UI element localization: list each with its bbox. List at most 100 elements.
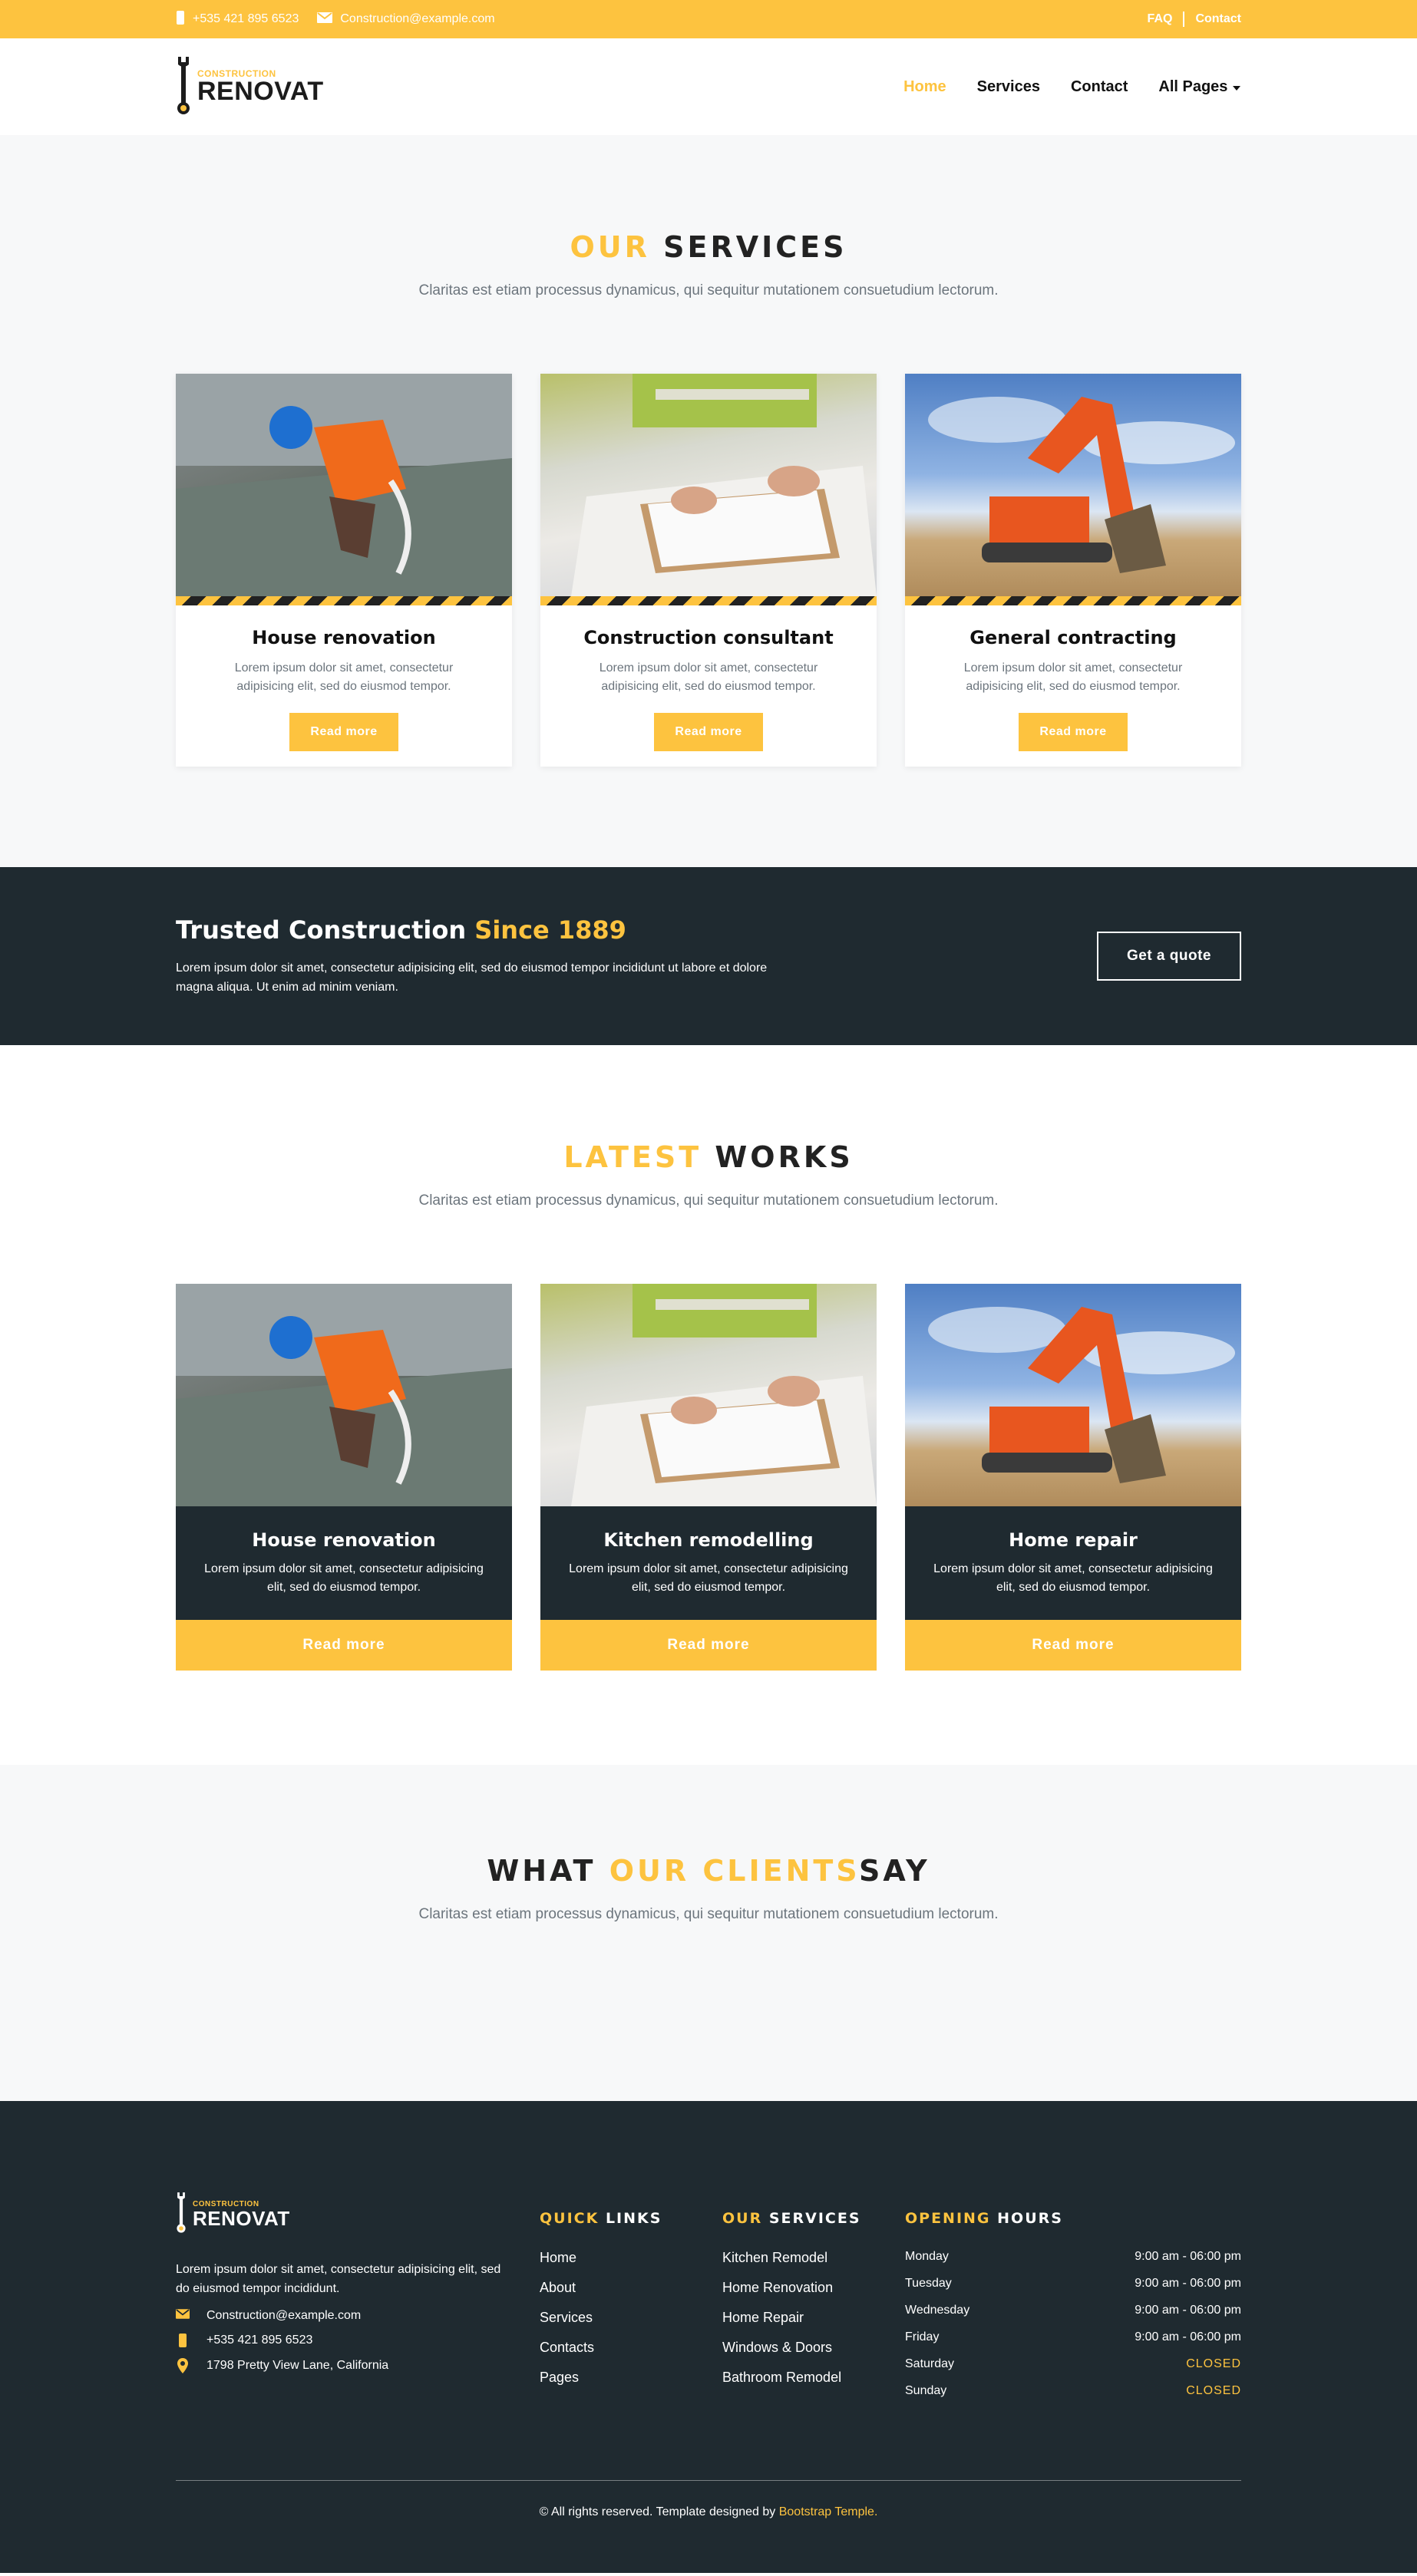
work-card-text: Lorem ipsum dolor sit amet, consectetur … [569,1562,848,1594]
logo-big-text: RENOVAT [197,77,324,106]
services-title-rest: SERVICES [663,230,847,264]
faq-link[interactable]: FAQ [1148,12,1173,26]
clients-title-accent: OUR CLIENTS [609,1854,859,1888]
services-title: OUR SERVICES [176,230,1241,264]
work-card-title: Home repair [1009,1529,1138,1551]
hours-row: Saturday CLOSED [905,2357,1241,2371]
hours-time: 9:00 am - 06:00 pm [1135,2304,1241,2317]
footer-service-repair[interactable]: Home Repair [722,2310,905,2326]
service-card-title: Construction consultant [583,627,834,648]
clients-section: WHAT OUR CLIENTSSAY Claritas est etiam p… [0,1765,1417,2101]
hours-time: 9:00 am - 06:00 pm [1135,2277,1241,2290]
service-card-text: Lorem ipsum dolor sit amet, consectetur … [234,661,454,693]
service-card-text: Lorem ipsum dolor sit amet, consectetur … [599,661,818,693]
nav-all-pages[interactable]: All Pages [1158,78,1241,96]
footer-link-about[interactable]: About [540,2280,722,2296]
work-read-more-button[interactable]: Read more [905,1620,1241,1671]
envelope-icon [317,12,333,27]
footer-email[interactable]: Construction@example.com [176,2309,540,2323]
hours-closed: CLOSED [1186,2384,1241,2397]
hazard-stripe [905,596,1241,605]
footer-link-contacts[interactable]: Contacts [540,2340,722,2356]
service-card: General contracting Lorem ipsum dolor si… [905,374,1241,767]
work-card: Kitchen remodelling Lorem ipsum dolor si… [540,1284,877,1671]
work-image-consultant [540,1284,877,1506]
main-nav: Home Services Contact All Pages [903,78,1241,96]
work-read-more-button[interactable]: Read more [176,1620,512,1671]
navbar: CONSTRUCTION RENOVAT Home Services Conta… [0,38,1417,135]
banner-title-accent: Since 1889 [474,915,626,945]
hours-row: Friday 9:00 am - 06:00 pm [905,2330,1241,2344]
footer-link-home[interactable]: Home [540,2250,722,2266]
works-title-rest: WORKS [715,1140,854,1174]
quick-links-heading: QUICK LINKS [540,2210,722,2227]
service-card-title: General contracting [969,627,1177,648]
wrench-icon [176,2190,187,2238]
hours-time: 9:00 am - 06:00 pm [1135,2330,1241,2343]
work-card-text: Lorem ipsum dolor sit amet, consectetur … [933,1562,1213,1594]
hours-day: Monday [905,2250,949,2263]
opening-hours-heading-accent: OPENING [905,2210,991,2227]
work-read-more-button[interactable]: Read more [540,1620,877,1671]
works-title: LATEST WORKS [176,1140,1241,1174]
envelope-icon [176,2309,190,2323]
services-section: OUR SERVICES Claritas est etiam processu… [0,135,1417,867]
logo[interactable]: CONSTRUCTION RENOVAT [176,55,324,119]
nav-home[interactable]: Home [903,78,946,96]
footer-service-renovation[interactable]: Home Renovation [722,2280,905,2296]
service-image-consultant [540,374,877,596]
work-image-excavator [905,1284,1241,1506]
service-card-title: House renovation [252,627,436,648]
footer: CONSTRUCTION RENOVAT Lorem ipsum dolor s… [0,2101,1417,2573]
credit-link[interactable]: Bootstrap Temple. [779,2505,878,2518]
service-card-text: Lorem ipsum dolor sit amet, consectetur … [963,661,1183,693]
our-services-heading: OUR SERVICES [722,2210,905,2227]
footer-phone[interactable]: +535 421 895 6523 [176,2334,540,2347]
banner-title-text: Trusted Construction [176,915,467,945]
footer-logo[interactable]: CONSTRUCTION RENOVAT [176,2190,540,2238]
contact-link[interactable]: Contact [1195,12,1241,26]
footer-service-windows[interactable]: Windows & Doors [722,2340,905,2356]
service-card: House renovation Lorem ipsum dolor sit a… [176,374,512,767]
service-image-excavator [905,374,1241,596]
hours-day: Saturday [905,2357,955,2370]
footer-link-pages[interactable]: Pages [540,2370,722,2386]
clients-title: WHAT OUR CLIENTSSAY [176,1854,1241,1888]
hours-day: Friday [905,2330,940,2343]
hours-row: Sunday CLOSED [905,2384,1241,2398]
nav-services[interactable]: Services [977,78,1040,96]
hours-day: Wednesday [905,2304,970,2317]
hours-day: Tuesday [905,2277,952,2290]
services-subtitle: Claritas est etiam processus dynamicus, … [418,282,999,298]
topbar-phone[interactable]: +535 421 895 6523 [176,10,299,28]
topbar-email[interactable]: Construction@example.com [317,12,495,27]
hazard-stripe [176,596,512,605]
footer-link-services[interactable]: Services [540,2310,722,2326]
hazard-stripe [540,596,877,605]
work-image-worker [176,1284,512,1506]
work-card: Home repair Lorem ipsum dolor sit amet, … [905,1284,1241,1671]
work-card-title: Kitchen remodelling [603,1529,814,1551]
nav-contact[interactable]: Contact [1071,78,1128,96]
our-services-heading-accent: OUR [722,2210,763,2227]
work-card-text: Lorem ipsum dolor sit amet, consectetur … [204,1562,484,1594]
hours-row: Wednesday 9:00 am - 06:00 pm [905,2304,1241,2317]
read-more-button[interactable]: Read more [1019,713,1128,751]
top-bar: +535 421 895 6523 Construction@example.c… [0,0,1417,38]
read-more-button[interactable]: Read more [654,713,763,751]
footer-service-kitchen[interactable]: Kitchen Remodel [722,2250,905,2266]
footer-address: 1798 Pretty View Lane, California [176,2358,540,2373]
opening-hours-heading: OPENING HOURS [905,2210,1241,2227]
works-title-accent: LATEST [563,1140,702,1174]
read-more-button[interactable]: Read more [289,713,398,751]
divider [1183,12,1185,27]
services-title-accent: OUR [570,230,650,264]
hours-closed: CLOSED [1186,2357,1241,2370]
phone-icon [176,2334,190,2347]
map-pin-icon [176,2358,190,2373]
footer-address-text: 1798 Pretty View Lane, California [206,2359,389,2372]
get-quote-button[interactable]: Get a quote [1097,932,1241,981]
footer-service-bathroom[interactable]: Bathroom Remodel [722,2370,905,2386]
service-card: Construction consultant Lorem ipsum dolo… [540,374,877,767]
works-subtitle: Claritas est etiam processus dynamicus, … [418,1192,999,1209]
